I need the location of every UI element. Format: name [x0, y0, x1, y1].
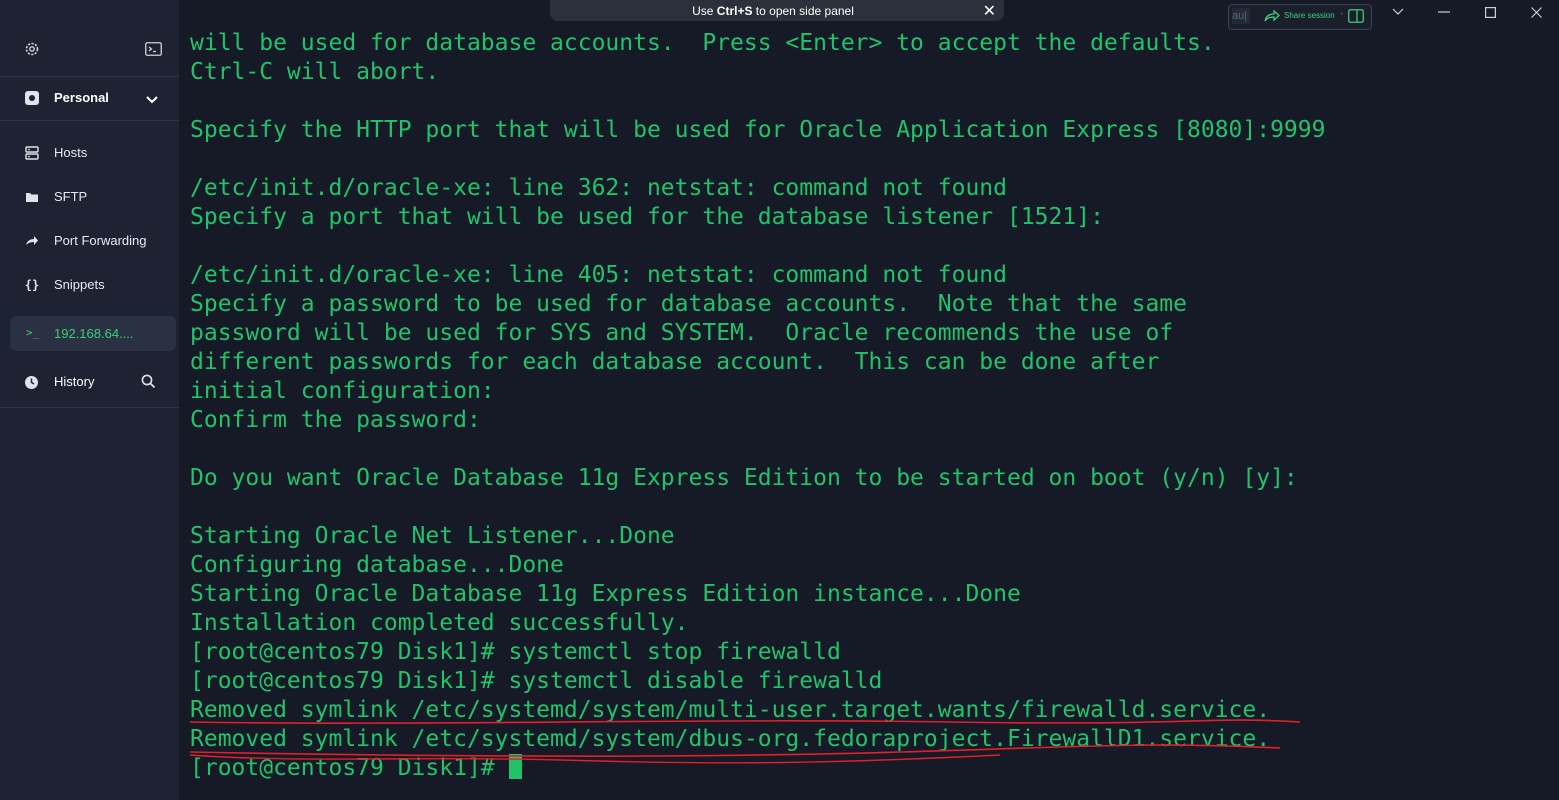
shortcut-hint-text: Use Ctrl+S to open side panel: [550, 4, 996, 18]
chevron-down-icon[interactable]: [1375, 0, 1421, 24]
terminal-cursor: [508, 754, 522, 779]
folder-icon: [24, 189, 40, 205]
terminal-line: /etc/init.d/oracle-xe: line 362: netstat…: [190, 175, 1007, 201]
terminal-line: /etc/init.d/oracle-xe: line 405: netstat…: [190, 262, 1007, 288]
sidebar-item-label: SFTP: [54, 189, 88, 204]
terminal-line: Removed symlink /etc/systemd/system/mult…: [190, 697, 1271, 723]
terminal-line: [root@centos79 Disk1]# systemctl disable…: [190, 668, 883, 694]
sidebar: Personal Hosts SFTP Port Forwarding {} S…: [0, 0, 179, 800]
hint-suffix: to open side panel: [752, 4, 854, 18]
share-session-box: au| Share session •: [1228, 4, 1372, 30]
history-clock-icon: [24, 375, 39, 395]
share-input[interactable]: au|: [1232, 8, 1250, 24]
terminal-line: password will be used for SYS and SYSTEM…: [190, 320, 1174, 346]
terminal-line: will be used for database accounts. Pres…: [190, 30, 1215, 56]
share-arrow-icon: [1264, 9, 1280, 28]
terminal-line: initial configuration:: [190, 378, 495, 404]
terminal-line: Specify a port that will be used for the…: [190, 204, 1104, 230]
shortcut-hint-bar: Use Ctrl+S to open side panel ✕: [550, 0, 1004, 21]
session-tab-label: 192.168.64....: [54, 326, 134, 341]
terminal-line: Starting Oracle Database 11g Express Edi…: [190, 581, 1021, 607]
terminal-line: Starting Oracle Net Listener...Done: [190, 523, 675, 549]
terminal-line: different passwords for each database ac…: [190, 349, 1160, 375]
sidebar-item-sftp[interactable]: SFTP: [0, 179, 179, 215]
minimize-icon[interactable]: [1421, 0, 1467, 24]
vault-label: Personal: [54, 90, 109, 105]
sidebar-item-label: Snippets: [54, 277, 105, 292]
sidebar-item-label: Port Forwarding: [54, 233, 147, 248]
hint-prefix: Use: [692, 4, 717, 18]
sidebar-item-label: History: [54, 374, 95, 389]
close-window-icon[interactable]: [1513, 0, 1559, 24]
sidebar-toolbar: [0, 0, 179, 77]
terminal-area[interactable]: will be used for database accounts. Pres…: [179, 0, 1559, 800]
search-icon[interactable]: [141, 374, 156, 394]
share-session-button[interactable]: Share session: [1284, 11, 1335, 20]
terminal-line: [root@centos79 Disk1]# systemctl stop fi…: [190, 639, 841, 665]
sidebar-item-hosts[interactable]: Hosts: [0, 135, 179, 171]
sidebar-item-snippets[interactable]: {} Snippets: [0, 267, 179, 303]
hosts-icon: [24, 145, 40, 161]
terminal-output: will be used for database accounts. Pres…: [190, 29, 1325, 783]
sidebar-item-port-forwarding[interactable]: Port Forwarding: [0, 223, 179, 259]
side-panel-icon[interactable]: [1348, 9, 1364, 28]
terminal-line: Specify a password to be used for databa…: [190, 291, 1187, 317]
sidebar-item-label: Hosts: [54, 145, 88, 160]
hint-shortcut: Ctrl+S: [716, 4, 753, 18]
terminal-line: Removed symlink /etc/systemd/system/dbus…: [190, 726, 1271, 752]
snippets-icon: {}: [24, 278, 40, 292]
sidebar-item-history[interactable]: History: [0, 360, 179, 408]
terminal-line: Specify the HTTP port that will be used …: [190, 117, 1326, 143]
chevron-down-icon[interactable]: [145, 92, 159, 110]
terminal-prompt-icon: >_: [26, 326, 40, 339]
terminal-line: Installation completed successfully.: [190, 610, 689, 636]
terminal-line: Do you want Oracle Database 11g Express …: [190, 465, 1298, 491]
terminal-line: Confirm the password:: [190, 407, 481, 433]
terminal-line: [root@centos79 Disk1]#: [190, 754, 1325, 783]
settings-gear-icon[interactable]: [21, 38, 43, 60]
close-icon[interactable]: ✕: [983, 1, 996, 21]
vault-icon: [24, 90, 40, 111]
terminal-line: Ctrl-C will abort.: [190, 59, 440, 85]
terminal-line: Configuring database...Done: [190, 552, 564, 578]
vault-selector[interactable]: Personal: [0, 77, 179, 121]
terminal-icon[interactable]: [142, 38, 164, 60]
session-tab[interactable]: >_ 192.168.64....: [10, 316, 176, 351]
separator-dot: •: [1340, 9, 1344, 20]
maximize-icon[interactable]: [1467, 0, 1513, 24]
port-forwarding-icon: [24, 233, 40, 249]
